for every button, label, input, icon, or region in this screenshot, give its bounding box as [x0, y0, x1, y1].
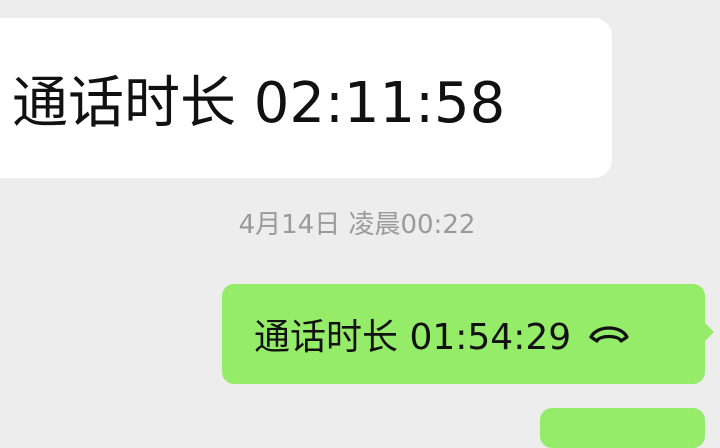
incoming-call-duration-bubble[interactable]: 通话时长 02:11:58	[0, 18, 612, 178]
outgoing-bubble-content: 通话时长 01:54:29	[254, 284, 631, 384]
incoming-call-duration-text: 通话时长 02:11:58	[12, 70, 506, 136]
outgoing-call-duration-bubble[interactable]: 通话时长 01:54:29	[222, 284, 714, 384]
chat-view: 通话时长 02:11:58 4月14日 凌晨00:22 通话时长 01:54:2…	[0, 0, 720, 448]
hang-up-phone-icon	[589, 326, 629, 343]
next-outgoing-bubble-partial[interactable]	[540, 408, 705, 448]
outgoing-call-duration-text: 通话时长 01:54:29	[254, 317, 572, 358]
message-timestamp: 4月14日 凌晨00:22	[238, 210, 476, 240]
